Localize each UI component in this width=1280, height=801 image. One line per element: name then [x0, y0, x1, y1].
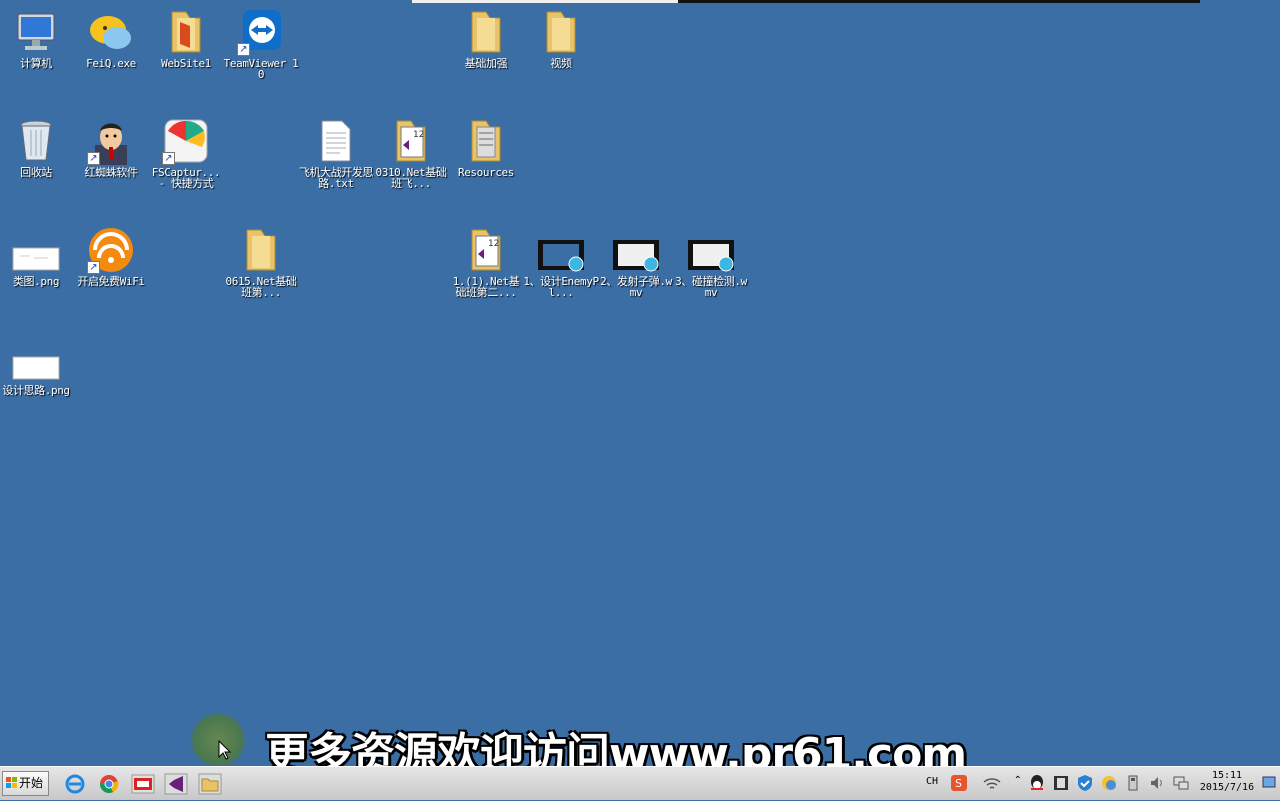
- folder-icon: [537, 8, 585, 56]
- video-file-icon: [687, 226, 735, 274]
- start-label: 开始: [19, 776, 44, 790]
- recycle-bin-icon: [12, 117, 60, 165]
- icon-label: 3、碰撞检测.wmv: [675, 275, 747, 299]
- icon-label: 1、设计EnemyPl...: [523, 275, 599, 299]
- desktop-icon-video[interactable]: 视频: [523, 8, 599, 69]
- desktop-icon-vs-0310[interactable]: 12 0310.Net基础班飞...: [373, 117, 449, 189]
- folder-icon: [162, 8, 210, 56]
- chrome-icon[interactable]: [98, 773, 120, 795]
- desktop-icon-free-wifi[interactable]: ↗ 开启免费WiFi: [73, 226, 149, 287]
- icon-label: Resources: [457, 166, 514, 179]
- wifi-signal-icon[interactable]: [982, 774, 1002, 792]
- usb-device-icon[interactable]: [1124, 774, 1142, 792]
- visual-studio-folder-icon: 12: [462, 226, 510, 274]
- computer-icon: [12, 8, 60, 56]
- clock[interactable]: 15:11 2015/7/16: [1196, 770, 1258, 794]
- icon-label: TeamViewer 10: [223, 57, 299, 81]
- desktop-icon-video-2[interactable]: 2、发射子弹.wmv: [598, 226, 674, 298]
- security-shield-icon[interactable]: [1076, 774, 1094, 792]
- icon-label: 0310.Net基础班飞...: [375, 166, 447, 190]
- taskbar: 开始 CH S ⌃ 15:11 2015/7/16: [0, 766, 1280, 800]
- start-button[interactable]: 开始: [2, 771, 49, 796]
- desktop-icon-red-spider[interactable]: ↗ 红蜘蛛软件: [73, 117, 149, 178]
- desktop-icon-design-png[interactable]: 设计思路.png: [0, 335, 74, 396]
- clock-time: 15:11: [1211, 770, 1243, 781]
- windows-logo-icon: [6, 777, 17, 788]
- desktop-icon-computer[interactable]: 计算机: [0, 8, 74, 69]
- desktop-icon-text-file[interactable]: 飞机大战开发思路.txt: [298, 117, 374, 189]
- svg-text:12: 12: [488, 239, 499, 249]
- desktop-icon-basic-enhance[interactable]: 基础加强: [448, 8, 524, 69]
- visual-studio-folder-icon: 12: [387, 117, 435, 165]
- folder-icon: [462, 117, 510, 165]
- icon-label: 基础加强: [464, 57, 508, 70]
- network-connection-icon[interactable]: [1172, 774, 1190, 792]
- top-window-edge: [412, 0, 1200, 3]
- icon-label: 开启免费WiFi: [77, 275, 145, 288]
- film-icon[interactable]: [1052, 774, 1070, 792]
- folder-icon: [237, 226, 285, 274]
- internet-explorer-icon[interactable]: [64, 773, 86, 795]
- folder-icon: [462, 8, 510, 56]
- network-globe-icon[interactable]: [1100, 774, 1118, 792]
- icon-label: 计算机: [20, 57, 52, 70]
- teamviewer-icon: ↗: [237, 8, 285, 56]
- show-desktop-icon[interactable]: [1262, 775, 1276, 791]
- desktop-icon-teamviewer[interactable]: ↗ TeamViewer 10: [223, 8, 299, 80]
- video-file-icon: [537, 226, 585, 274]
- volume-icon[interactable]: [1148, 774, 1166, 792]
- clock-date: 2015/7/16: [1199, 782, 1255, 793]
- mouse-cursor-icon: [218, 740, 232, 760]
- desktop-icon-website1[interactable]: WebSite1: [148, 8, 224, 69]
- svg-text:S: S: [955, 777, 962, 790]
- red-spider-icon: ↗: [87, 117, 135, 165]
- icon-label: 视频: [550, 57, 572, 70]
- icon-label: 0615.Net基础班第...: [225, 275, 297, 299]
- desktop-icon-video-1[interactable]: 1、设计EnemyPl...: [523, 226, 599, 298]
- icon-label: 红蜘蛛软件: [84, 166, 138, 179]
- image-thumbnail-icon: [12, 335, 60, 383]
- icon-label: 2、发射子弹.wmv: [600, 275, 672, 299]
- desktop-icon-recycle-bin[interactable]: 回收站: [0, 117, 74, 178]
- shortcut-arrow-icon: ↗: [87, 261, 100, 274]
- desktop: 计算机 FeiQ.exe WebSite1 ↗ TeamViewer 10 基础…: [0, 0, 1280, 780]
- video-file-icon: [612, 226, 660, 274]
- fscapture-icon: ↗: [162, 117, 210, 165]
- icon-label: 飞机大战开发思路.txt: [298, 166, 374, 190]
- feiq-icon: [87, 8, 135, 56]
- image-thumbnail-icon: [12, 226, 60, 274]
- file-explorer-icon[interactable]: [198, 773, 222, 795]
- desktop-icon-fscapture[interactable]: ↗ FSCaptur... - 快捷方式: [148, 117, 224, 189]
- icon-label: WebSite1: [161, 57, 211, 70]
- text-file-icon: [312, 117, 360, 165]
- visual-studio-icon[interactable]: [164, 773, 188, 795]
- shortcut-arrow-icon: ↗: [237, 43, 250, 56]
- desktop-icon-class-diagram[interactable]: 类图.png: [0, 226, 74, 287]
- svg-text:12: 12: [413, 130, 424, 140]
- icon-label: FSCaptur... - 快捷方式: [151, 166, 221, 190]
- icon-label: 类图.png: [12, 275, 60, 288]
- desktop-icon-folder-0615[interactable]: 0615.Net基础班第...: [223, 226, 299, 298]
- desktop-icon-vs-1[interactable]: 12 1.(1).Net基础班第二...: [448, 226, 524, 298]
- show-hidden-icons-icon[interactable]: ⌃: [1014, 775, 1022, 786]
- qq-icon[interactable]: [1028, 774, 1046, 792]
- icon-label: FeiQ.exe: [86, 57, 136, 70]
- icon-label: 1.(1).Net基础班第二...: [452, 275, 520, 299]
- language-indicator[interactable]: CH: [926, 776, 938, 787]
- recorder-app-icon[interactable]: [131, 773, 155, 795]
- shortcut-arrow-icon: ↗: [162, 152, 175, 165]
- icon-label: 回收站: [20, 166, 52, 179]
- desktop-icon-feiq[interactable]: FeiQ.exe: [73, 8, 149, 69]
- shortcut-arrow-icon: ↗: [87, 152, 100, 165]
- sogou-input-icon[interactable]: S: [950, 774, 968, 792]
- icon-label: 设计思路.png: [2, 384, 70, 397]
- desktop-icon-video-3[interactable]: 3、碰撞检测.wmv: [673, 226, 749, 298]
- desktop-icon-resources[interactable]: Resources: [448, 117, 524, 178]
- wifi-icon: ↗: [87, 226, 135, 274]
